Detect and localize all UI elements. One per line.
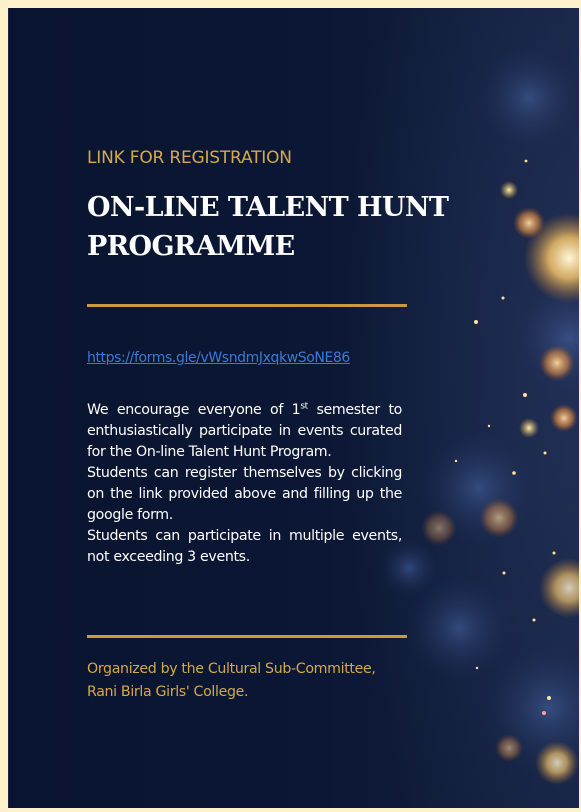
paragraph-encourage: We encourage everyone of 1st semester to… <box>87 400 402 463</box>
paragraph-register: Students can register themselves by clic… <box>87 465 402 524</box>
description-text: We encourage everyone of 1st semester to… <box>87 400 402 568</box>
registration-link[interactable]: https://forms.gle/vWsndmJxqkwSoNE86 <box>87 350 417 366</box>
ordinal-suffix: st <box>300 401 308 412</box>
registration-kicker: LINK FOR REGISTRATION <box>87 148 292 168</box>
paragraph-encourage-part1: We encourage everyone of 1 <box>87 402 301 418</box>
poster-title: ON-LINE TALENT HUNT PROGRAMME <box>87 192 449 263</box>
organizer-credit: Organized by the Cultural Sub-Committee,… <box>87 661 376 700</box>
paragraph-participation: Students can participate in multiple eve… <box>87 528 402 566</box>
top-divider <box>87 304 407 307</box>
bottom-divider <box>87 635 407 638</box>
poster: LINK FOR REGISTRATION ON-LINE TALENT HUN… <box>8 8 579 808</box>
